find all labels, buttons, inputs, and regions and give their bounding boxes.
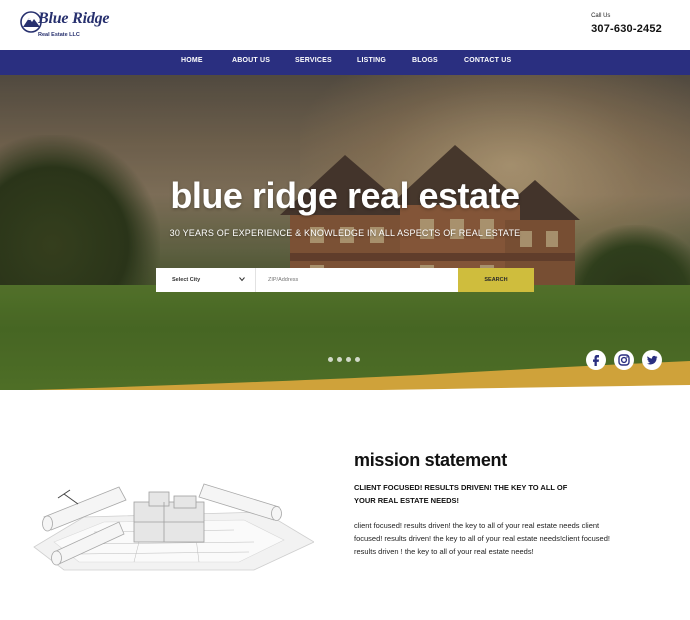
property-search-bar: Select City SEARCH — [156, 268, 534, 292]
hero-subtitle: 30 YEARS OF EXPERIENCE & KNOWLEDGE IN AL… — [169, 228, 521, 238]
hero-title: blue ridge real estate — [170, 175, 520, 216]
logo[interactable]: Blue Ridge Real Estate LLC — [20, 8, 112, 44]
city-select-label: Select City — [172, 277, 201, 283]
logo-name: Blue Ridge — [38, 10, 110, 27]
search-button[interactable]: SEARCH — [458, 268, 534, 292]
mission-body: client focused! results driven! the key … — [354, 521, 610, 556]
mission-title: mission statement — [354, 450, 507, 470]
logo-subtitle: Real Estate LLC — [38, 32, 80, 38]
blueprint-illustration — [33, 483, 314, 571]
nav-item-about-us[interactable]: ABOUT US — [232, 57, 270, 64]
call-us: Call Us 307-630-2452 — [591, 13, 662, 35]
city-select[interactable]: Select City — [156, 268, 256, 292]
instagram-icon — [618, 354, 630, 366]
nav-item-home[interactable]: HOME — [181, 57, 203, 64]
nav-item-blogs[interactable]: BLOGS — [412, 57, 438, 64]
instagram-link[interactable] — [614, 350, 634, 370]
mission-tagline: CLIENT FOCUSED! RESULTS DRIVEN! THE KEY … — [354, 483, 568, 505]
nav-item-listing[interactable]: LISTING — [357, 57, 386, 64]
twitter-link[interactable] — [642, 350, 662, 370]
twitter-icon — [647, 355, 658, 365]
chevron-down-icon — [239, 277, 245, 282]
site-header: Blue Ridge Real Estate LLC Call Us 307-6… — [0, 0, 690, 50]
phone-number[interactable]: 307-630-2452 — [591, 23, 662, 35]
address-search-input[interactable] — [258, 268, 458, 292]
hero-banner: blue ridge real estate 30 YEARS OF EXPER… — [0, 75, 690, 390]
mission-section: mission statement CLIENT FOCUSED! RESULT… — [354, 450, 664, 558]
main-nav: HOME ABOUT US SERVICES LISTING BLOGS CON… — [0, 50, 690, 75]
nav-item-services[interactable]: SERVICES — [295, 57, 332, 64]
call-us-label: Call Us — [591, 13, 611, 19]
facebook-icon — [593, 355, 599, 366]
nav-item-contact-us[interactable]: CONTACT US — [464, 57, 511, 64]
facebook-link[interactable] — [586, 350, 606, 370]
